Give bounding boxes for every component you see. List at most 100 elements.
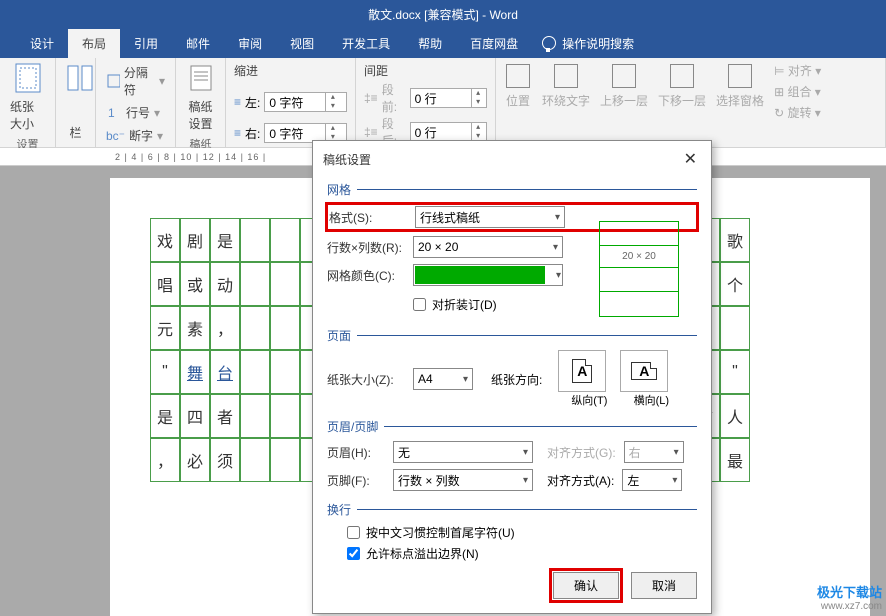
grid-cell: 人 <box>720 394 750 438</box>
spacing-header: 间距 <box>364 62 487 79</box>
tab-design[interactable]: 设计 <box>16 29 68 58</box>
tell-me-label: 操作说明搜索 <box>562 35 634 52</box>
grid-cell <box>270 262 300 306</box>
landscape-button[interactable]: A <box>620 350 668 392</box>
group-button: ⊞ 组合 ▾ <box>774 83 821 100</box>
grid-cell <box>270 438 300 482</box>
align-button: ⊨ 对齐 ▾ <box>774 62 821 79</box>
grid-cell: 个 <box>720 262 750 306</box>
grid-cell: 者 <box>210 394 240 438</box>
position-button: 位置 <box>506 92 530 109</box>
columns-icon[interactable] <box>64 62 96 94</box>
position-icon <box>506 64 530 88</box>
rotate-button: ↻ 旋转 ▾ <box>774 104 821 121</box>
format-select[interactable]: 行线式稿纸 <box>415 206 565 228</box>
manuscript-button[interactable]: 稿纸 设置 <box>186 96 214 134</box>
overflow-checkbox[interactable]: 允许标点溢出边界(N) <box>347 545 697 562</box>
selection-icon <box>728 64 752 88</box>
grid-cell: 是 <box>210 218 240 262</box>
footer-label: 页脚(F): <box>327 472 385 489</box>
grid-cell: " <box>150 350 180 394</box>
orient-label: 纸张方向: <box>491 371 542 388</box>
footer-align-select[interactable]: 左 <box>622 469 682 491</box>
grid-cell: 四 <box>180 394 210 438</box>
margins-icon[interactable] <box>12 62 44 94</box>
line-numbers-button[interactable]: 1行号 ▾ <box>104 102 167 123</box>
columns-button[interactable]: 栏 <box>64 122 87 143</box>
gridcolor-label: 网格颜色(C): <box>327 267 405 284</box>
tab-help[interactable]: 帮助 <box>404 29 456 58</box>
bulb-icon <box>542 36 556 50</box>
dialog-title: 稿纸设置 <box>323 151 371 168</box>
svg-text:1: 1 <box>108 106 115 120</box>
portrait-label: 纵向(T) <box>558 392 620 408</box>
grid-cell <box>240 438 270 482</box>
grid-cell <box>270 350 300 394</box>
margins-button[interactable]: 纸张大小 <box>8 96 47 134</box>
watermark: 极光下载站 www.xz7.com <box>817 582 882 612</box>
grid-cell: 剧 <box>180 218 210 262</box>
grid-cell: 动 <box>210 262 240 306</box>
grid-cell: 必 <box>180 438 210 482</box>
forward-button: 上移一层 <box>600 92 648 109</box>
grid-cell: 戏 <box>150 218 180 262</box>
back-icon <box>670 64 694 88</box>
tab-view[interactable]: 视图 <box>276 29 328 58</box>
grid-cell <box>240 262 270 306</box>
indent-right-label: 右: <box>245 125 260 142</box>
pagesize-label: 纸张大小(Z): <box>327 371 405 388</box>
footer-select[interactable]: 行数 × 列数 <box>393 469 533 491</box>
indent-header: 缩进 <box>234 62 347 79</box>
grid-cell: " <box>720 350 750 394</box>
tab-baidu[interactable]: 百度网盘 <box>456 29 532 58</box>
forward-icon <box>612 64 636 88</box>
header-align-label: 对齐方式(G): <box>547 444 616 461</box>
back-button: 下移一层 <box>658 92 706 109</box>
indent-left-input[interactable]: ▴▾ <box>264 92 347 112</box>
ribbon: 纸张大小 设置 栏 分隔符 ▾ 1行号 ▾ bc⁻ 断字 ▾ 稿纸 设置 稿纸 … <box>0 58 886 148</box>
rowscols-label: 行数×列数(R): <box>327 239 405 256</box>
format-label: 格式(S): <box>329 209 407 226</box>
hf-legend: 页眉/页脚 <box>327 418 697 435</box>
grid-cell <box>270 306 300 350</box>
portrait-button[interactable]: A <box>558 350 606 392</box>
landscape-label: 横向(L) <box>620 392 682 408</box>
grid-cell: 歌 <box>720 218 750 262</box>
cjk-checkbox[interactable]: 按中文习惯控制首尾字符(U) <box>347 524 697 541</box>
fold-checkbox[interactable]: 对折装订(D) <box>413 296 497 313</box>
gridcolor-select[interactable] <box>413 264 563 286</box>
tab-references[interactable]: 引用 <box>120 29 172 58</box>
pagesize-select[interactable]: A4 <box>413 368 473 390</box>
grid-cell <box>240 350 270 394</box>
hyphenation-button[interactable]: bc⁻ 断字 ▾ <box>104 125 167 146</box>
tab-dev[interactable]: 开发工具 <box>328 29 404 58</box>
ok-button[interactable]: 确认 <box>553 572 619 599</box>
space-before-label: 段前: <box>382 81 406 115</box>
cancel-button[interactable]: 取消 <box>631 572 697 599</box>
grid-cell: ， <box>210 306 240 350</box>
grid-cell <box>270 218 300 262</box>
grid-cell <box>240 218 270 262</box>
wrap-legend: 换行 <box>327 501 697 518</box>
tab-review[interactable]: 审阅 <box>224 29 276 58</box>
selection-button: 选择窗格 <box>716 92 764 109</box>
header-select[interactable]: 无 <box>393 441 533 463</box>
tab-mail[interactable]: 邮件 <box>172 29 224 58</box>
close-icon[interactable]: ✕ <box>680 149 701 169</box>
grid-cell <box>240 306 270 350</box>
breaks-button[interactable]: 分隔符 ▾ <box>104 62 167 100</box>
grid-cell: 唱 <box>150 262 180 306</box>
space-after-input[interactable]: ▴▾ <box>410 122 487 142</box>
page-legend: 页面 <box>327 327 697 344</box>
footer-align-label: 对齐方式(A): <box>547 472 614 489</box>
tab-layout[interactable]: 布局 <box>68 29 120 58</box>
window-title: 散文.docx [兼容模式] - Word <box>0 0 886 28</box>
wrap-icon <box>554 64 578 88</box>
space-before-input[interactable]: ▴▾ <box>410 88 487 108</box>
grid-cell <box>240 394 270 438</box>
manuscript-icon[interactable] <box>185 62 217 94</box>
rowscols-select[interactable]: 20 × 20 <box>413 236 563 258</box>
tell-me[interactable]: 操作说明搜索 <box>542 35 634 52</box>
grid-cell: ， <box>150 438 180 482</box>
grid-legend: 网格 <box>327 181 697 198</box>
